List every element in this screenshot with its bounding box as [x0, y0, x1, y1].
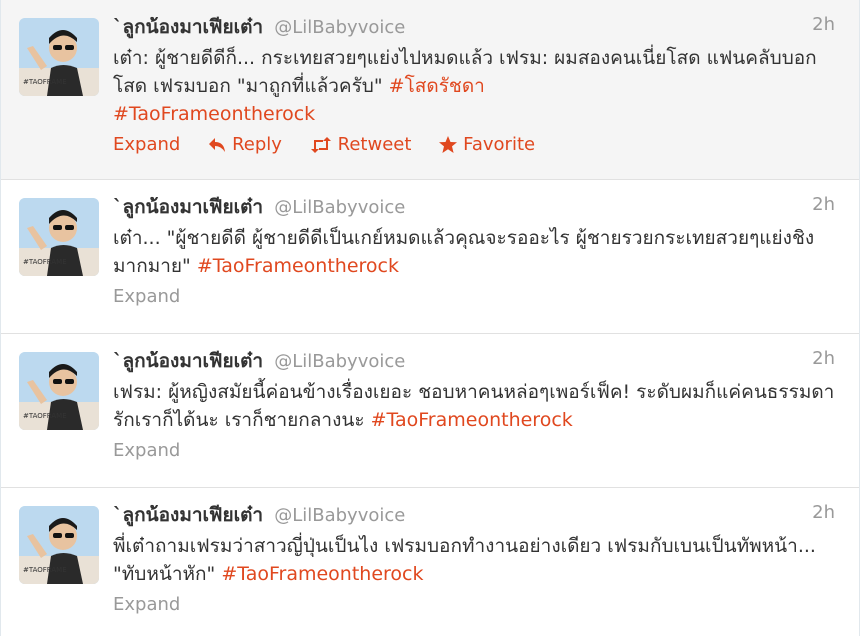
expand-link[interactable]: Expand	[113, 440, 180, 461]
tweet-username[interactable]: @LilBabyvoice	[274, 17, 405, 38]
hashtag-link[interactable]: #TaoFrameontherock	[221, 563, 423, 585]
retweet-icon	[310, 137, 331, 153]
tweet-actions: Expand	[113, 440, 835, 461]
reply-label: Reply	[232, 134, 282, 155]
svg-text:#TAOFRAME: #TAOFRAME	[23, 258, 67, 266]
tweet-fullname[interactable]: `ลูกน้องมาเฟียเต๋า	[113, 504, 263, 526]
hashtag-link[interactable]: #TaoFrameontherock	[197, 255, 399, 277]
tweet-actions: Expand	[113, 286, 835, 307]
favorite-button[interactable]: Favorite	[439, 134, 535, 155]
retweet-label: Retweet	[337, 134, 412, 155]
tweet-item[interactable]: #TAOFRAME `ลูกน้องมาเฟียเต๋า @LilBabyvoi…	[1, 488, 859, 636]
tweet-text: พี่เต๋าถามเฟรมว่าสาวญี่ปุ่นเป็นไง เฟรมบอ…	[113, 532, 835, 588]
expand-link[interactable]: Expand	[113, 286, 180, 307]
tweet-fullname[interactable]: `ลูกน้องมาเฟียเต๋า	[113, 16, 263, 38]
tweet-username[interactable]: @LilBabyvoice	[274, 505, 405, 526]
tweet-fullname[interactable]: `ลูกน้องมาเฟียเต๋า	[113, 350, 263, 372]
tweet-actions: Expand	[113, 594, 835, 615]
svg-text:#TAOFRAME: #TAOFRAME	[23, 566, 67, 574]
timeline: #TAOFRAME `ลูกน้องมาเฟียเต๋า @LilBabyvoi…	[0, 0, 860, 636]
tweet-fullname[interactable]: `ลูกน้องมาเฟียเต๋า	[113, 196, 263, 218]
hashtag-link[interactable]: #TaoFrameontherock	[371, 409, 573, 431]
svg-text:#TAOFRAME: #TAOFRAME	[23, 412, 67, 420]
tweet-item[interactable]: #TAOFRAME `ลูกน้องมาเฟียเต๋า @LilBabyvoi…	[1, 334, 859, 488]
avatar[interactable]: #TAOFRAME	[19, 198, 99, 276]
tweet-body: พี่เต๋าถามเฟรมว่าสาวญี่ปุ่นเป็นไง เฟรมบอ…	[113, 535, 816, 585]
star-icon	[439, 136, 458, 153]
expand-label: Expand	[113, 134, 181, 155]
avatar[interactable]: #TAOFRAME	[19, 18, 99, 96]
tweet-timestamp[interactable]: 2h	[812, 502, 835, 523]
hashtag-link[interactable]: #โสดรัชดา	[389, 75, 485, 97]
tweet-text: เต๋า... "ผู้ชายดีดี ผู้ชายดีดีเป็นเกย์หม…	[113, 224, 835, 280]
expand-link[interactable]: Expand	[113, 134, 180, 155]
tweet-actions: Expand Reply Retweet Favorite	[113, 134, 835, 155]
svg-text:#TAOFRAME: #TAOFRAME	[23, 78, 67, 86]
tweet-text: เฟรม: ผู้หญิงสมัยนี้ค่อนข้างเรื่องเยอะ ช…	[113, 378, 835, 434]
tweet-timestamp[interactable]: 2h	[812, 194, 835, 215]
tweet-timestamp[interactable]: 2h	[812, 348, 835, 369]
tweet-item[interactable]: #TAOFRAME `ลูกน้องมาเฟียเต๋า @LilBabyvoi…	[1, 0, 859, 180]
reply-button[interactable]: Reply	[208, 134, 282, 155]
tweet-username[interactable]: @LilBabyvoice	[274, 351, 405, 372]
tweet-username[interactable]: @LilBabyvoice	[274, 197, 405, 218]
hashtag-link[interactable]: #TaoFrameontherock	[113, 103, 315, 125]
tweet-timestamp[interactable]: 2h	[812, 14, 835, 35]
favorite-label: Favorite	[463, 134, 536, 155]
tweet-text: เต๋า: ผู้ชายดีดีก็... กระเทยสวยๆแย่งไปหม…	[113, 44, 835, 128]
tweet-item[interactable]: #TAOFRAME `ลูกน้องมาเฟียเต๋า @LilBabyvoi…	[1, 180, 859, 334]
avatar[interactable]: #TAOFRAME	[19, 352, 99, 430]
expand-link[interactable]: Expand	[113, 594, 180, 615]
reply-arrow-icon	[209, 138, 226, 152]
avatar[interactable]: #TAOFRAME	[19, 506, 99, 584]
retweet-button[interactable]: Retweet	[310, 134, 412, 155]
